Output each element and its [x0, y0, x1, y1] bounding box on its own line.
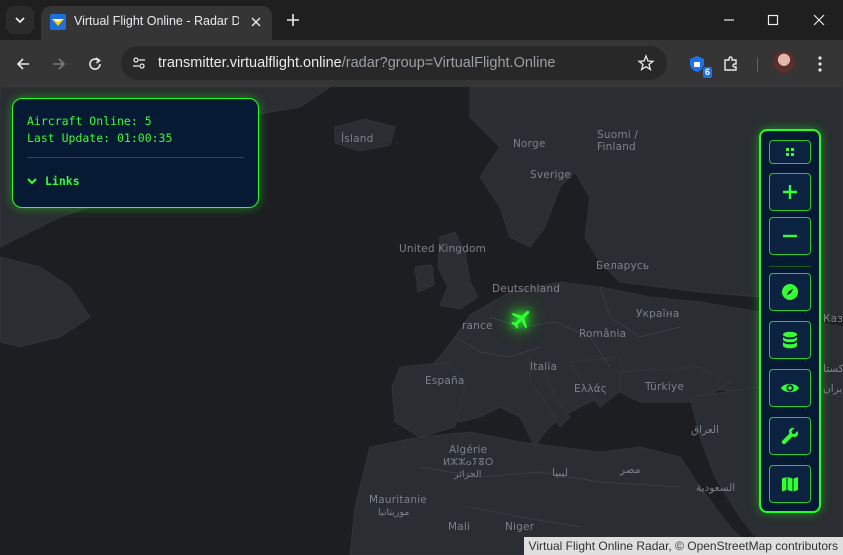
- extensions-button[interactable]: [719, 52, 743, 76]
- tab-search-button[interactable]: [6, 6, 34, 34]
- map-label-norway: Norge: [513, 138, 546, 150]
- map-label-greece: Ελλάς: [574, 383, 608, 395]
- map-label-libya: ليبيا: [552, 467, 568, 479]
- map-label-iceland: Ísland: [341, 133, 374, 145]
- map-icon: [782, 477, 798, 492]
- url-text: transmitter.virtualflight.online/radar?g…: [158, 55, 555, 71]
- grid-dots-icon: [786, 148, 794, 156]
- map-label-mauritania-arabic: موريتانيا: [378, 507, 410, 518]
- map-label-iraq: العراق: [691, 424, 720, 436]
- map-label-saudi: السعودية: [696, 482, 736, 494]
- forward-button[interactable]: [47, 52, 71, 76]
- plus-icon: [287, 14, 299, 26]
- chevron-down-icon: [15, 17, 25, 24]
- map-label-niger: Niger: [505, 521, 535, 533]
- browser-menu-button[interactable]: [808, 52, 832, 76]
- tab-title: Virtual Flight Online - Radar Display: [74, 14, 239, 28]
- profile-avatar[interactable]: [773, 51, 795, 73]
- map-attribution: Virtual Flight Online Radar, © OpenStree…: [523, 537, 843, 555]
- extension-badge: 6: [701, 66, 713, 79]
- map-label-mali: Mali: [448, 521, 471, 533]
- map-label-algeria-arabic: الجزائر: [454, 469, 482, 480]
- aircraft-online-count: Aircraft Online: 5: [27, 114, 152, 128]
- settings-button[interactable]: [769, 417, 811, 455]
- map-label-kazakhstan: Каза: [823, 313, 843, 325]
- map-label-sweden: Sverige: [530, 169, 572, 181]
- url-path: /radar?group=VirtualFlight.Online: [341, 55, 556, 71]
- last-update-time: Last Update: 01:00:35: [27, 131, 173, 145]
- map-label-belarus: Беларусь: [596, 260, 650, 272]
- info-panel: Aircraft Online: 5 Last Update: 01:00:35…: [12, 98, 259, 208]
- plus-icon: [783, 185, 797, 199]
- map-label-france: rance: [462, 320, 493, 332]
- map-label-pakistan: کستا: [823, 363, 843, 375]
- links-label: Links: [45, 174, 80, 188]
- maximize-icon: [767, 14, 779, 26]
- compass-button[interactable]: [769, 273, 811, 311]
- reload-icon: [89, 57, 101, 70]
- map-label-egypt: مصر: [620, 464, 641, 476]
- compass-icon: [782, 284, 798, 300]
- database-icon: [783, 331, 797, 349]
- database-button[interactable]: [769, 321, 811, 359]
- arrow-right-icon: [53, 58, 66, 70]
- map-label-italy: Italia: [530, 361, 558, 373]
- password-manager-extension[interactable]: 6: [685, 52, 713, 79]
- map-label-suomi: Suomi /: [597, 129, 639, 141]
- links-toggle[interactable]: Links: [27, 174, 80, 188]
- map-label-uk: United Kingdom: [399, 243, 487, 255]
- visibility-button[interactable]: [769, 369, 811, 407]
- map-layers-button[interactable]: [769, 465, 811, 503]
- map-label-germany: Deutschland: [492, 283, 561, 295]
- reload-button[interactable]: [83, 52, 107, 76]
- zoom-in-button[interactable]: [769, 173, 811, 211]
- maximize-button[interactable]: [761, 8, 785, 32]
- aircraft-marker-icon[interactable]: [509, 307, 533, 331]
- chevron-down-icon: [27, 178, 37, 185]
- minimize-button[interactable]: [717, 8, 741, 32]
- site-favicon-icon: [50, 14, 66, 30]
- close-window-button[interactable]: [807, 8, 831, 32]
- address-bar[interactable]: transmitter.virtualflight.online/radar?g…: [121, 46, 667, 80]
- info-divider: [27, 157, 244, 158]
- more-vertical-icon: [818, 56, 822, 72]
- map-label-mauritania: Mauritanie: [369, 494, 427, 506]
- map-label-algeria: Algérie: [449, 444, 488, 456]
- browser-toolbar: transmitter.virtualflight.online/radar?g…: [0, 40, 843, 87]
- wrench-icon: [781, 427, 799, 445]
- map-label-algeria-tifinagh: ⵍⵣⵣⴰⵢⴻⵔ: [443, 457, 494, 468]
- active-tab[interactable]: Virtual Flight Online - Radar Display: [41, 6, 272, 40]
- minimize-icon: [724, 19, 734, 21]
- zoom-out-button[interactable]: [769, 217, 811, 255]
- control-divider: [769, 266, 811, 267]
- map-label-iran: ایران: [823, 383, 843, 395]
- bookmark-star-icon[interactable]: [637, 54, 655, 72]
- drag-handle-button[interactable]: [769, 140, 811, 164]
- back-button[interactable]: [11, 52, 35, 76]
- eye-icon: [781, 383, 799, 393]
- map-label-romania: România: [579, 328, 627, 340]
- close-icon: [813, 14, 825, 26]
- toolbar-divider: [757, 58, 758, 72]
- map-control-panel: [759, 129, 821, 513]
- url-host: transmitter.virtualflight.online: [158, 55, 342, 71]
- arrow-left-icon: [16, 58, 29, 70]
- puzzle-icon: [724, 56, 737, 71]
- tab-close-icon[interactable]: [248, 14, 264, 30]
- map-label-finland: Finland: [597, 141, 636, 153]
- map-label-turkey: Türkiye: [645, 381, 685, 393]
- new-tab-button[interactable]: [282, 9, 304, 31]
- map-label-ukraine: Україна: [636, 308, 680, 320]
- browser-tab-bar: Virtual Flight Online - Radar Display: [0, 0, 843, 40]
- map-label-spain: España: [425, 375, 465, 387]
- site-info-icon[interactable]: [130, 54, 148, 72]
- minus-icon: [783, 234, 797, 238]
